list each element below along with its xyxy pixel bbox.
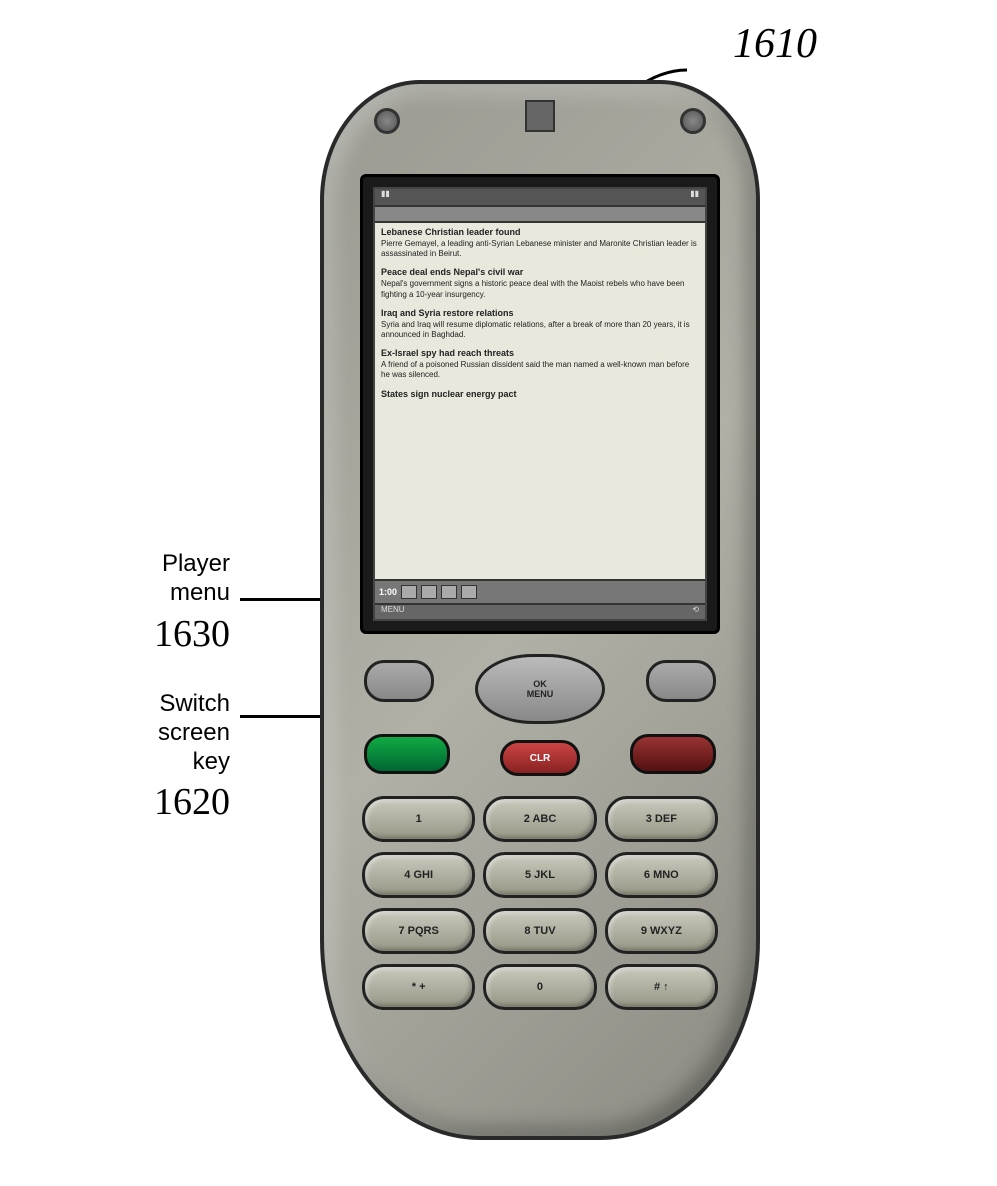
speaker-hole-left	[374, 108, 400, 134]
callout-player-ref: 1630	[50, 612, 230, 658]
softkey-label-bar: MENU ⟲	[375, 603, 705, 619]
news-body: Nepal's government signs a historic peac…	[381, 279, 699, 300]
key-9[interactable]: 9 WXYZ	[605, 908, 718, 954]
callout-switch-screen: Switch screen key 1620	[50, 690, 230, 826]
callout-player-menu: Player menu 1630	[50, 550, 230, 657]
speaker-hole-right	[680, 108, 706, 134]
news-headline: Peace deal ends Nepal's civil war	[381, 267, 699, 279]
news-headline: Lebanese Christian leader found	[381, 227, 699, 239]
play-button[interactable]	[421, 585, 437, 599]
end-call-key[interactable]	[630, 734, 716, 774]
news-headline: Iraq and Syria restore relations	[381, 308, 699, 320]
news-headline: States sign nuclear energy pact	[381, 389, 699, 401]
playback-time: 1:00	[379, 587, 397, 597]
news-list[interactable]: Lebanese Christian leader found Pierre G…	[375, 223, 705, 579]
news-body: A friend of a poisoned Russian dissident…	[381, 360, 699, 381]
news-body: Syria and Iraq will resume diplomatic re…	[381, 320, 699, 341]
news-item[interactable]: States sign nuclear energy pact	[381, 389, 699, 401]
phone-earpiece-area	[324, 84, 756, 164]
prev-button[interactable]	[401, 585, 417, 599]
mobile-phone-device: ▮▮ ▮▮ Lebanese Christian leader found Pi…	[320, 80, 760, 1140]
figure-ref-top: 1610	[733, 20, 817, 68]
right-softkey[interactable]	[646, 660, 716, 702]
display-screen[interactable]: ▮▮ ▮▮ Lebanese Christian leader found Pi…	[373, 187, 707, 621]
key-6[interactable]: 6 MNO	[605, 852, 718, 898]
keypad: OK MENU CLR 1 2 ABC 3 DEF 4 GHI 5 JKL 6 …	[354, 654, 726, 1106]
right-softkey-label: ⟲	[692, 605, 699, 619]
phone-body: ▮▮ ▮▮ Lebanese Christian leader found Pi…	[320, 80, 760, 1140]
signal-icon: ▮▮	[381, 189, 390, 205]
call-key[interactable]	[364, 734, 450, 774]
news-item[interactable]: Iraq and Syria restore relations Syria a…	[381, 308, 699, 340]
news-body: Pierre Gemayel, a leading anti-Syrian Le…	[381, 239, 699, 260]
stop-button[interactable]	[461, 585, 477, 599]
key-7[interactable]: 7 PQRS	[362, 908, 475, 954]
battery-icon: ▮▮	[690, 189, 699, 205]
clear-key[interactable]: CLR	[500, 740, 580, 776]
key-star[interactable]: * +	[362, 964, 475, 1010]
news-item[interactable]: Ex-Israel spy had reach threats A friend…	[381, 348, 699, 380]
switch-screen-key[interactable]	[364, 660, 434, 702]
key-hash[interactable]: # ↑	[605, 964, 718, 1010]
key-0[interactable]: 0	[483, 964, 596, 1010]
next-button[interactable]	[441, 585, 457, 599]
digit-grid: 1 2 ABC 3 DEF 4 GHI 5 JKL 6 MNO 7 PQRS 8…	[354, 788, 726, 1010]
news-item[interactable]: Lebanese Christian leader found Pierre G…	[381, 227, 699, 259]
key-2[interactable]: 2 ABC	[483, 796, 596, 842]
callout-switch-label: Switch screen key	[158, 690, 230, 775]
key-5[interactable]: 5 JKL	[483, 852, 596, 898]
status-bar: ▮▮ ▮▮	[375, 189, 705, 207]
brand-logo-icon	[525, 100, 555, 132]
key-3[interactable]: 3 DEF	[605, 796, 718, 842]
key-4[interactable]: 4 GHI	[362, 852, 475, 898]
nav-ok-button[interactable]: OK MENU	[475, 654, 605, 724]
screen-bezel: ▮▮ ▮▮ Lebanese Christian leader found Pi…	[360, 174, 720, 634]
callout-switch-ref: 1620	[50, 780, 230, 826]
title-bar	[375, 207, 705, 223]
callout-player-label: Player menu	[162, 550, 230, 606]
left-softkey-label: MENU	[381, 605, 405, 619]
player-menu-bar[interactable]: 1:00	[375, 579, 705, 603]
news-item[interactable]: Peace deal ends Nepal's civil war Nepal'…	[381, 267, 699, 299]
news-headline: Ex-Israel spy had reach threats	[381, 348, 699, 360]
key-8[interactable]: 8 TUV	[483, 908, 596, 954]
key-1[interactable]: 1	[362, 796, 475, 842]
